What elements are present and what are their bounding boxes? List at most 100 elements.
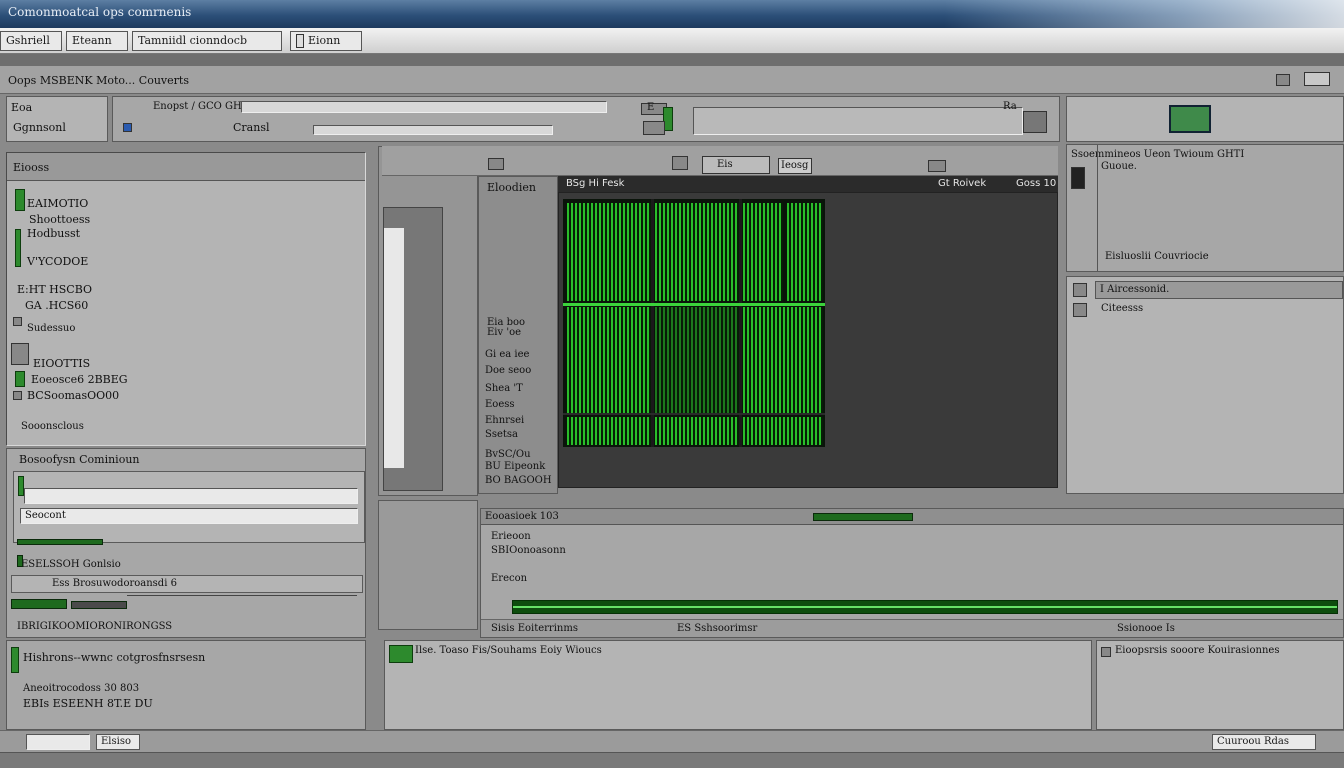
right-section-pane: I Aircessonid. Citeesss (1066, 276, 1344, 494)
toolbar-button-2-label: Eteann (72, 34, 112, 47)
toolbar-button-1-label: Gshriell (6, 34, 50, 47)
bottom-right-button[interactable]: Cuuroou Rdas (1212, 734, 1316, 750)
matrix-hsep-1 (563, 303, 825, 306)
info-icon (123, 123, 132, 132)
close-icon[interactable] (1304, 72, 1330, 86)
left-tree-header-bar: Eiooss (7, 153, 365, 181)
tree-item-5[interactable]: E:HT HSCBO (17, 283, 92, 296)
top-control-strip: Enopst / GCO GH Cransl E Ra (112, 96, 1060, 142)
top-left-label-1: Eoa (11, 101, 33, 114)
right-section-toggle-2[interactable] (1073, 303, 1087, 317)
center-left-inner (383, 207, 443, 491)
tree-item-2[interactable]: Shoottoess (29, 213, 90, 226)
tree-item-11[interactable]: Sooonsclous (21, 421, 84, 432)
tree-expand-icon-3[interactable] (13, 391, 22, 400)
center-button-2[interactable]: Ieosg (778, 158, 812, 174)
right-section-title: I Aircessonid. (1100, 284, 1170, 295)
top-wide-field[interactable] (693, 107, 1023, 135)
center-left-column-lower (378, 500, 478, 630)
right-section-toggle-1[interactable] (1073, 283, 1087, 297)
right-top-box (1066, 96, 1344, 142)
grid-header-right-2: Goss 10 (1016, 178, 1057, 189)
bottom-status-right: Ssionooe Is (1117, 623, 1175, 634)
left-lower-label-a: ESELSSOH Gonlsio (21, 559, 121, 570)
toolbar-button-4[interactable]: Eionn (290, 31, 362, 51)
tree-node-icon-3 (15, 371, 25, 387)
left-footer-pane: Hishrons--wwnc cotgrosfnsrsesn Aneoitroc… (6, 640, 366, 730)
side-label-11: BO BAGOOH (485, 475, 552, 486)
data-grid-panel (558, 192, 1058, 488)
side-label-5: Shea 'T (485, 383, 523, 394)
document-icon (296, 34, 304, 48)
left-form-field-1[interactable] (24, 488, 358, 504)
footer-right-icon (1101, 647, 1111, 657)
toolbar-button-4-label: Eionn (308, 34, 341, 47)
tree-item-3[interactable]: Hodbusst (27, 227, 80, 240)
bottom-action-field[interactable] (26, 734, 90, 750)
bottom-line-1: Erieoon (491, 531, 531, 542)
bottom-bar-slider[interactable] (813, 513, 913, 521)
center-button-1[interactable]: Eis (702, 156, 770, 174)
monitor-icon[interactable] (1169, 105, 1211, 133)
tree-item-1[interactable]: EAIMOTIO (27, 197, 88, 210)
tree-item-6[interactable]: GA .HCS60 (25, 299, 88, 312)
left-lower-row: Ess Brosuwodoroansdi 6 (11, 575, 363, 593)
top-field-label: Enopst / GCO GH (153, 101, 242, 112)
center-tab[interactable]: Eloodien (487, 181, 536, 194)
minimize-icon[interactable] (1276, 74, 1290, 86)
left-footer-marker-icon (11, 647, 19, 673)
path-label: Oops MSBENK Moto... Couverts (8, 74, 189, 87)
top-field-input-2[interactable] (313, 125, 553, 135)
toolbar-button-2[interactable]: Eteann (66, 31, 128, 51)
center-toggle-3[interactable] (928, 160, 946, 172)
waveform-matrix[interactable] (563, 199, 825, 447)
center-button-strip: Eis Ieosg (382, 146, 1058, 176)
matrix-cell-10 (743, 417, 823, 445)
window-title: Comonmoatcal ops comrnenis (8, 5, 192, 19)
side-label-9: BvSC/Ou (485, 449, 531, 460)
path-bar: Oops MSBENK Moto... Couverts (0, 66, 1344, 94)
right-info-item-1: Eisluoslii Couvriocie (1105, 251, 1209, 262)
bottom-right-button-label: Cuuroou Rdas (1217, 736, 1289, 747)
bottom-left-button[interactable]: Elsiso (96, 734, 140, 750)
side-label-10: BU Eipeonk (485, 461, 546, 472)
tree-item-4[interactable]: V'YCODOE (27, 255, 88, 268)
matrix-vsep-1 (651, 199, 654, 447)
tree-expand-icon-1[interactable] (13, 317, 22, 326)
tree-item-10[interactable]: BCSoomasOO00 (27, 389, 119, 402)
tree-item-7[interactable]: Sudessuo (27, 323, 75, 334)
center-toggle-2[interactable] (672, 156, 688, 170)
top-left-label-2: Ggnnsonl (13, 121, 66, 134)
right-info-sub: Guoue. (1101, 161, 1137, 172)
top-field-input[interactable] (241, 101, 607, 113)
side-label-8: Ssetsa (485, 429, 519, 440)
bottom-line-2: SBIOonoasonn (491, 545, 566, 556)
timeline-progress-bar[interactable] (512, 600, 1338, 614)
tree-item-9[interactable]: Eoeosce6 2BBEG (31, 373, 128, 386)
side-label-3: Gi ea iee (485, 349, 530, 360)
right-info-pane: Ssoemmineos Ueon Twioum GHTI Guoue. Eisl… (1066, 144, 1344, 272)
tag-a-label: E (647, 102, 655, 113)
matrix-cell-5 (567, 307, 651, 413)
bottom-status-row: Sisis Eoiterrinms ES Sshsoorimsr Ssionoo… (481, 619, 1343, 637)
tree-item-8[interactable]: EIOOTTIS (33, 357, 90, 370)
grid-header-left: BSg Hi Fesk (566, 178, 625, 189)
matrix-cell-6 (655, 307, 739, 413)
bottom-center-bar: Eooasioek 103 (481, 509, 1343, 525)
left-form-field-2[interactable]: Seocont (20, 508, 358, 524)
center-toggle-1[interactable] (488, 158, 504, 170)
footer-green-icon (389, 645, 413, 663)
tree-expand-icon-2[interactable] (11, 343, 29, 365)
expand-icon[interactable] (1023, 111, 1047, 133)
toolbar-button-1[interactable]: Gshriell (0, 31, 62, 51)
left-lower-pane: Bosoofysn Cominioun Seocont ESELSSOH Gon… (6, 448, 366, 638)
center-left-scroll-track[interactable] (384, 228, 404, 468)
bottom-action-bar: Elsiso Cuuroou Rdas (0, 730, 1344, 752)
left-form-field-2-label: Seocont (25, 510, 66, 521)
grid-icon[interactable] (643, 121, 665, 135)
matrix-cell-4 (787, 203, 823, 301)
grid-header: BSg Hi Fesk Gt Roivek Goss 10 (558, 176, 1058, 192)
bottom-status-mid: ES Sshsoorimsr (677, 623, 758, 634)
toolbar-button-3[interactable]: Tamniidl cionndocb (132, 31, 282, 51)
matrix-cell-7 (743, 307, 823, 413)
